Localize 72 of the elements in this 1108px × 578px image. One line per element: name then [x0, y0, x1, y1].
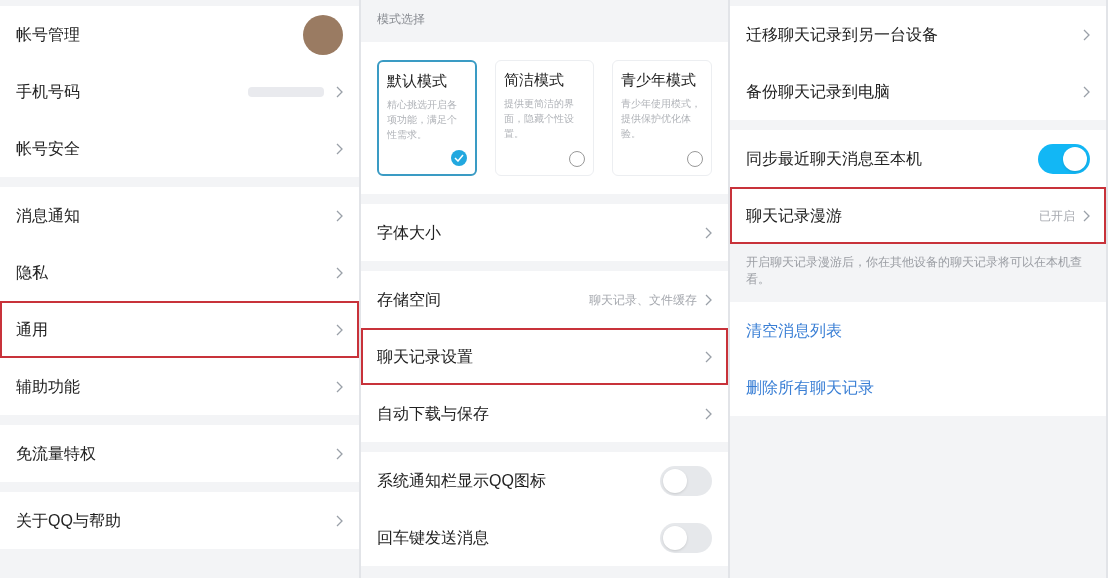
chevron-right-icon: [336, 209, 343, 222]
chevron-right-icon: [1083, 209, 1090, 222]
settings-row[interactable]: 迁移聊天记录到另一台设备: [730, 6, 1106, 63]
setting-label: 聊天记录漫游: [746, 205, 842, 226]
setting-label: 系统通知栏显示QQ图标: [377, 470, 546, 491]
mode-description: 提供更简洁的界面，隐藏个性设置。: [503, 96, 575, 141]
settings-row[interactable]: 关于QQ与帮助: [0, 492, 359, 549]
avatar-placeholder[interactable]: [303, 14, 343, 55]
mode-description: 青少年使用模式，提供保护优化体验。: [621, 96, 703, 141]
settings-row[interactable]: 辅助功能: [0, 358, 359, 415]
settings-row[interactable]: 同步最近聊天消息至本机: [730, 130, 1106, 187]
setting-label: 帐号管理: [16, 24, 80, 45]
setting-label: 字体大小: [377, 222, 441, 243]
setting-label: 迁移聊天记录到另一台设备: [746, 24, 938, 45]
chevron-right-icon: [705, 293, 712, 306]
setting-label: 回车键发送消息: [377, 527, 489, 548]
chevron-right-icon: [336, 380, 343, 393]
chevron-right-icon: [336, 85, 343, 98]
settings-row[interactable]: 消息通知: [0, 187, 359, 244]
setting-label: 消息通知: [16, 205, 80, 226]
settings-row[interactable]: 聊天记录设置: [361, 328, 728, 385]
setting-label: 自动下载与保存: [377, 403, 489, 424]
chevron-right-icon: [1083, 85, 1090, 98]
setting-label: 通用: [16, 319, 48, 340]
chevron-right-icon: [336, 514, 343, 527]
chevron-right-icon: [336, 323, 343, 336]
mode-card[interactable]: 青少年模式 青少年使用模式，提供保护优化体验。: [612, 60, 712, 176]
chevron-right-icon: [705, 407, 712, 420]
settings-row[interactable]: 手机号码: [0, 63, 359, 120]
setting-label: 隐私: [16, 262, 48, 283]
setting-label: 聊天记录设置: [377, 346, 473, 367]
settings-row[interactable]: 系统通知栏显示QQ图标: [361, 452, 728, 509]
setting-label: 手机号码: [16, 81, 80, 102]
settings-row[interactable]: 隐私: [0, 244, 359, 301]
chevron-right-icon: [705, 226, 712, 239]
mode-title: 默认模式: [387, 71, 448, 91]
action-link[interactable]: 清空消息列表: [746, 318, 842, 343]
setting-label: 关于QQ与帮助: [16, 510, 121, 531]
settings-row[interactable]: 通用: [0, 301, 359, 358]
setting-label: 免流量特权: [16, 443, 96, 464]
setting-label: 辅助功能: [16, 376, 80, 397]
settings-row[interactable]: 帐号管理: [0, 6, 359, 63]
chevron-right-icon: [705, 350, 712, 363]
toggle-switch[interactable]: [1038, 143, 1090, 174]
setting-value: 已开启: [1039, 207, 1075, 225]
setting-value: 聊天记录、文件缓存: [589, 291, 697, 309]
mode-card[interactable]: 简洁模式 提供更简洁的界面，隐藏个性设置。: [494, 60, 595, 176]
settings-row[interactable]: 帐号安全: [0, 120, 359, 177]
mode-description: 精心挑选开启各项功能，满足个性需求。: [387, 97, 458, 142]
toggle-switch[interactable]: [660, 465, 712, 496]
settings-row[interactable]: 自动下载与保存: [361, 385, 728, 442]
mode-title: 简洁模式: [503, 70, 565, 90]
settings-row[interactable]: 免流量特权: [0, 425, 359, 482]
setting-label: 帐号安全: [16, 138, 80, 159]
settings-row[interactable]: 回车键发送消息: [361, 509, 728, 566]
action-link[interactable]: 删除所有聊天记录: [746, 375, 874, 400]
setting-label: 同步最近聊天消息至本机: [746, 148, 922, 169]
toggle-switch[interactable]: [660, 522, 712, 553]
mode-title: 青少年模式: [621, 70, 698, 90]
setting-label: 存储空间: [377, 289, 441, 310]
chevron-right-icon: [336, 266, 343, 279]
chevron-right-icon: [336, 447, 343, 460]
settings-row[interactable]: 备份聊天记录到电脑: [730, 63, 1106, 120]
chevron-right-icon: [1083, 28, 1090, 41]
settings-row[interactable]: 聊天记录漫游 已开启: [730, 187, 1106, 244]
chevron-right-icon: [336, 142, 343, 155]
section-heading: 模式选择: [376, 11, 426, 28]
settings-row[interactable]: 字体大小: [361, 204, 728, 261]
mode-card[interactable]: 默认模式 精心挑选开启各项功能，满足个性需求。: [377, 60, 477, 176]
settings-row[interactable]: 存储空间 聊天记录、文件缓存: [361, 271, 728, 328]
setting-label: 备份聊天记录到电脑: [746, 81, 890, 102]
note-text: 开启聊天记录漫游后，你在其他设备的聊天记录将可以在本机查看。: [745, 254, 1083, 288]
